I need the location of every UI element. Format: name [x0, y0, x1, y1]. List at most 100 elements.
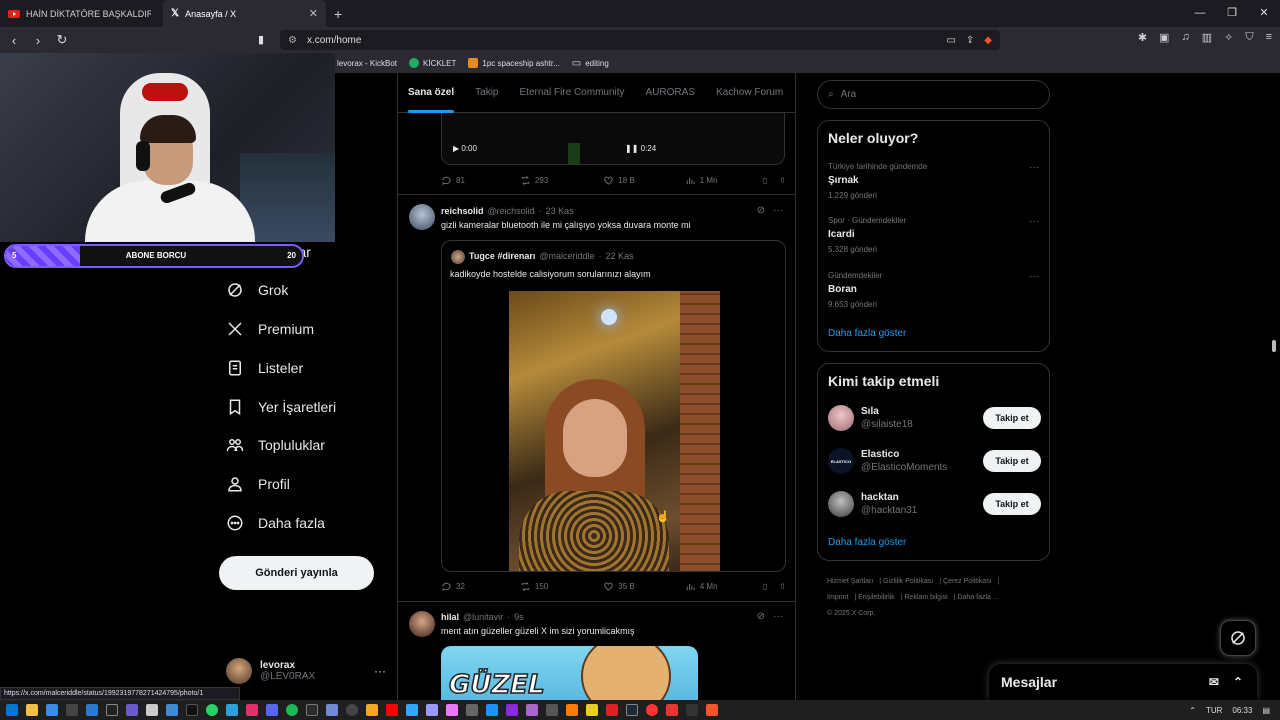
steam-icon[interactable] [626, 704, 638, 716]
tab-auroras[interactable]: AURORAS [646, 87, 695, 98]
minimize-icon[interactable]: — [1184, 0, 1216, 27]
leo-ai-icon[interactable]: ✧ [1224, 31, 1233, 44]
obs-icon[interactable] [346, 704, 358, 716]
app-icon[interactable] [486, 704, 498, 716]
browser-tab-youtube[interactable]: HAİN DİKTATÖRE BAŞKALDIRI ! | 2025 [0, 0, 163, 27]
wallet-icon[interactable]: ▣ [1159, 31, 1169, 44]
tab-following[interactable]: Takip [475, 87, 498, 98]
premiere-icon[interactable] [426, 704, 438, 716]
sidebar-item-profile[interactable]: Profil [226, 475, 290, 493]
app-icon[interactable] [606, 704, 618, 716]
footer-link[interactable]: Gizlilik Politikası [883, 578, 933, 585]
tiktok-icon[interactable] [186, 704, 198, 716]
tab-for-you[interactable]: Sana özel [408, 87, 455, 113]
video-play-control[interactable]: ▶ 0:00 [453, 144, 477, 153]
post-author-name[interactable]: reichsolid [441, 206, 484, 216]
app-icon[interactable] [686, 704, 698, 716]
search-input[interactable] [840, 89, 1031, 100]
start-icon[interactable] [6, 704, 18, 716]
expand-icon[interactable]: ⌃ [1233, 675, 1243, 689]
music-icon[interactable]: ♫ [1181, 31, 1189, 44]
post-author-handle[interactable]: @reichsolid [488, 206, 535, 216]
trend-item[interactable]: Türkiye tarihinde gündemde Şırnak 1.229 … [828, 162, 1041, 200]
search-box[interactable]: ⌕ [817, 80, 1050, 109]
avatar[interactable] [409, 204, 435, 230]
language-indicator[interactable]: TUR [1206, 706, 1222, 715]
spotify-icon[interactable] [286, 704, 298, 716]
app-icon[interactable] [526, 704, 538, 716]
clock[interactable]: 06:33 [1232, 706, 1252, 715]
cast-icon[interactable]: ▭ [946, 35, 955, 46]
chevron-up-icon[interactable]: ⌃ [1189, 706, 1196, 715]
repost-button[interactable]: 150 [520, 581, 548, 592]
new-message-icon[interactable]: ✉ [1209, 675, 1219, 689]
tab-kachow-forum[interactable]: Kachow Forum [716, 87, 783, 98]
close-window-icon[interactable]: ✕ [1248, 0, 1280, 27]
share-post-icon[interactable]: ⇧ [779, 176, 786, 185]
app-icon[interactable] [326, 704, 338, 716]
notification-icon[interactable]: ▤ [1262, 706, 1270, 715]
who-show-more-link[interactable]: Daha fazla göster [828, 537, 906, 548]
views-button[interactable]: 1 Mn [685, 175, 718, 186]
vpn-icon[interactable]: ⛉ [1245, 31, 1253, 44]
sidebar-item-premium[interactable]: Premium [226, 320, 314, 338]
footer-link[interactable]: Çerez Politikası [943, 578, 992, 585]
post-author-name[interactable]: hilal [441, 612, 459, 622]
acrobat-icon[interactable] [386, 704, 398, 716]
app-icon[interactable] [646, 704, 658, 716]
app-icon[interactable] [66, 704, 78, 716]
more-icon[interactable]: ··· [1029, 162, 1039, 173]
follow-suggestion[interactable]: Sıla @silaiste18 Takip et [828, 403, 1041, 433]
app-icon[interactable] [126, 704, 138, 716]
reply-button[interactable]: 81 [441, 175, 465, 186]
more-icon[interactable]: ··· [374, 664, 386, 678]
browser-tab-x[interactable]: 𝕏 Anasayfa / X ✕ [163, 0, 326, 27]
app-icon[interactable] [466, 704, 478, 716]
follow-button[interactable]: Takip et [983, 407, 1041, 429]
video-pause-control[interactable]: ❚❚ 0:24 [625, 144, 656, 153]
post-button[interactable]: Gönderi yayınla [219, 556, 374, 590]
sidebar-icon[interactable]: ▥ [1202, 31, 1212, 44]
repost-button[interactable]: 293 [520, 175, 548, 186]
follow-button[interactable]: Takip et [983, 493, 1041, 515]
file-explorer-icon[interactable] [26, 704, 38, 716]
quoted-post-photo[interactable] [509, 291, 720, 571]
close-tab-icon[interactable]: ✕ [309, 7, 318, 20]
tab-eternal-fire[interactable]: Eternal Fire Community [520, 87, 625, 98]
post-time[interactable]: 9s [514, 612, 524, 622]
app-icon[interactable] [566, 704, 578, 716]
sidebar-item-more[interactable]: Daha fazla [226, 514, 325, 532]
footer-link[interactable]: Hizmet Şartları [827, 578, 873, 585]
grok-explain-icon[interactable]: ⊘ [757, 205, 765, 216]
avatar[interactable] [409, 611, 435, 637]
post-author-handle[interactable]: @lunitavir [463, 612, 503, 622]
trend-item[interactable]: Spor · Gündemdekiler Icardi 5.328 gönder… [828, 216, 1041, 254]
grok-explain-icon[interactable]: ⊘ [757, 611, 765, 622]
page-scrollbar[interactable] [1272, 340, 1276, 352]
discord-icon[interactable] [266, 704, 278, 716]
more-icon[interactable]: ··· [1029, 271, 1039, 282]
grok-floating-button[interactable] [1220, 620, 1256, 656]
share-post-icon[interactable]: ⇧ [779, 582, 786, 591]
trend-item[interactable]: Gündemdekiler Boran 9.653 gönderi ··· [828, 271, 1041, 309]
new-tab-button[interactable]: + [326, 6, 350, 22]
app-icon[interactable] [166, 704, 178, 716]
bookmark-post-icon[interactable]: ▯ [763, 176, 767, 185]
video-player[interactable] [441, 113, 785, 165]
sidebar-item-bookmarks[interactable]: Yer İşaretleri [226, 398, 336, 416]
brave-shield-icon[interactable]: ◆ [984, 35, 992, 46]
forward-icon[interactable]: › [28, 33, 48, 48]
whatsapp-icon[interactable] [206, 704, 218, 716]
sidebar-item-lists[interactable]: Listeler [226, 359, 303, 377]
messages-drawer[interactable]: Mesajlar ✉ ⌃ [989, 664, 1257, 700]
app-icon[interactable] [366, 704, 378, 716]
bookmark-item[interactable]: ▭ editing [572, 58, 609, 69]
footer-link[interactable]: Imprint [827, 594, 848, 601]
bookmark-post-icon[interactable]: ▯ [763, 582, 767, 591]
sidebar-item-grok[interactable]: Grok [226, 281, 288, 299]
app-icon[interactable] [106, 704, 118, 716]
app-icon[interactable] [306, 704, 318, 716]
follow-button[interactable]: Takip et [983, 450, 1041, 472]
follow-suggestion[interactable]: ELASTICO Elastico @ElasticoMoments Takip… [828, 446, 1041, 476]
share-icon[interactable]: ⇪ [966, 35, 974, 46]
